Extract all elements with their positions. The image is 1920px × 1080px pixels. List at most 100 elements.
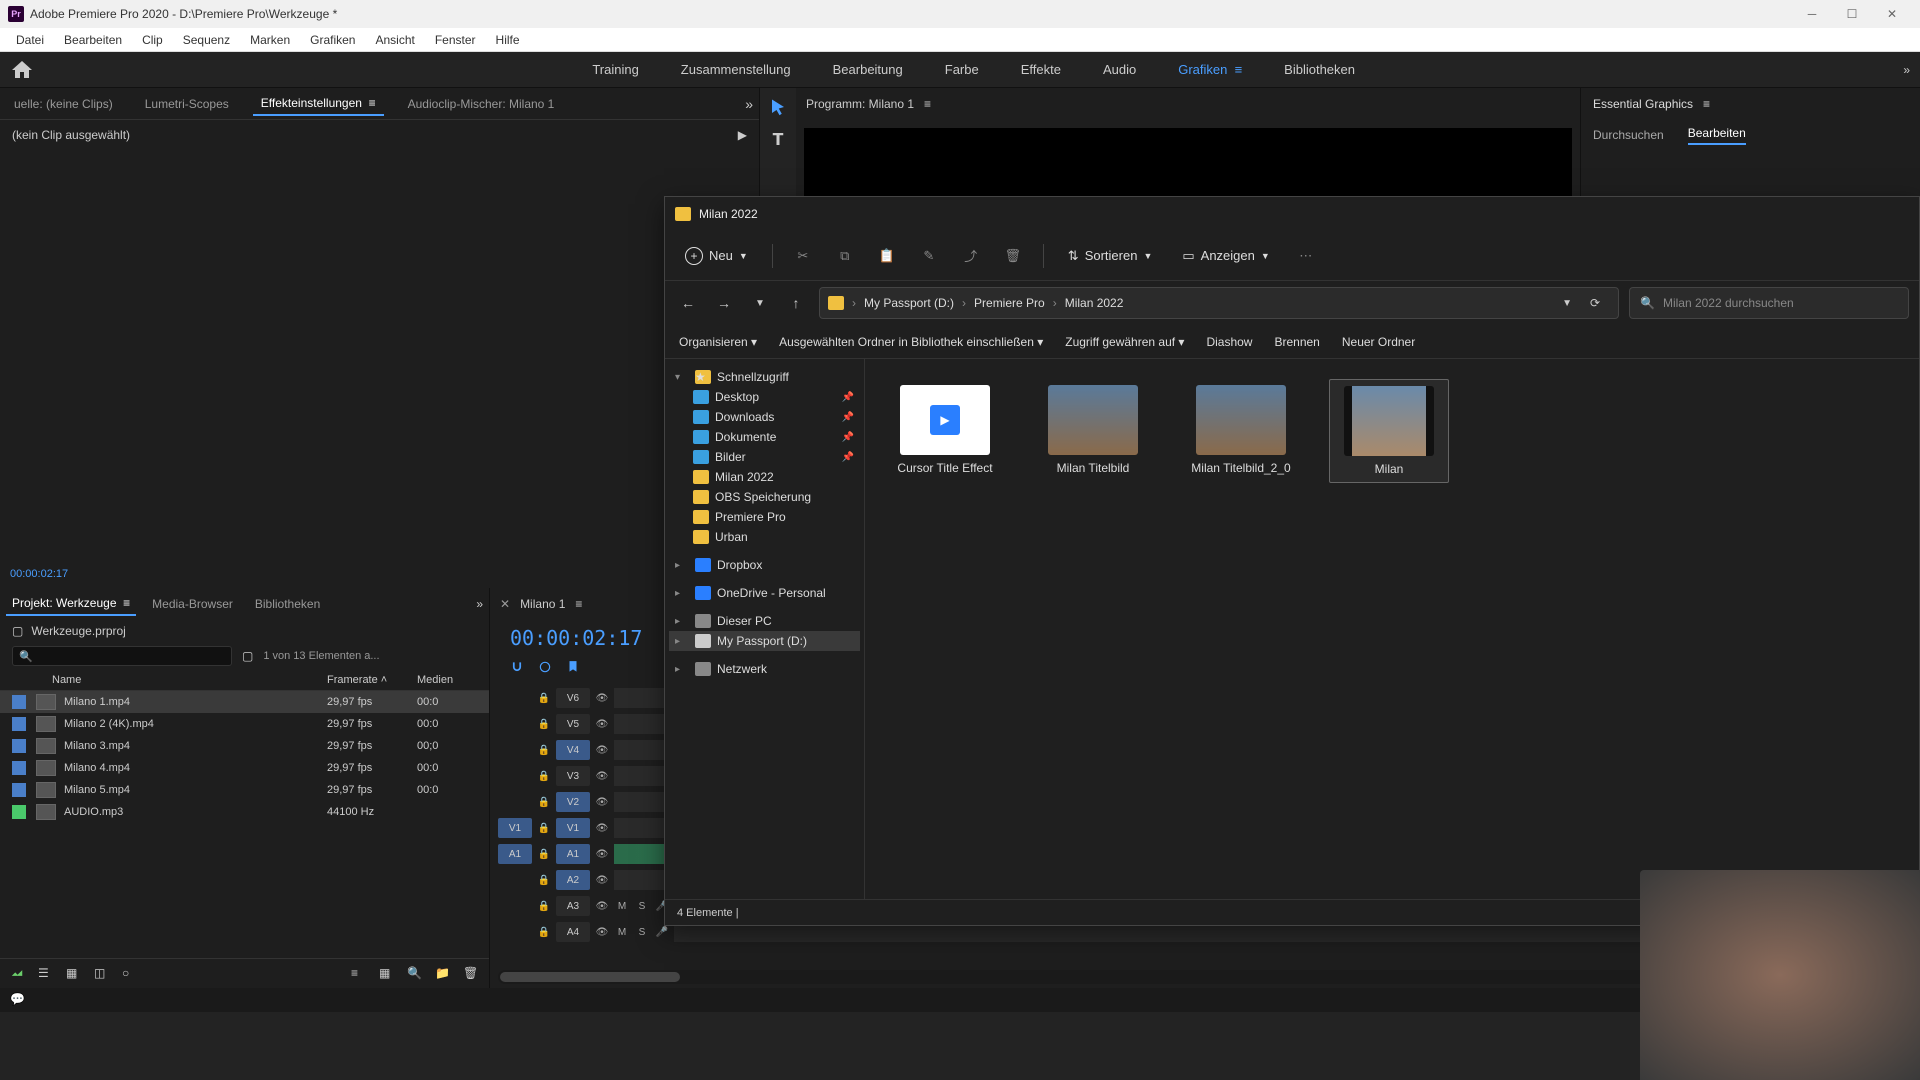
tree-netzwerk[interactable]: ▸Netzwerk xyxy=(669,659,860,679)
toggle-icon[interactable]: 👁 xyxy=(594,690,610,706)
tab-source[interactable]: uelle: (keine Clips) xyxy=(6,93,121,115)
file-item[interactable]: Milan xyxy=(1329,379,1449,483)
tree-downloads[interactable]: Downloads📌 xyxy=(669,407,860,427)
track-label[interactable]: V1 xyxy=(556,818,590,838)
track-label[interactable]: A3 xyxy=(556,896,590,916)
lock-icon[interactable]: 🔒 xyxy=(536,872,552,888)
toggle-icon[interactable]: 👁 xyxy=(594,742,610,758)
forward-button[interactable]: → xyxy=(711,290,737,316)
workspace-farbe[interactable]: Farbe xyxy=(939,58,985,81)
refresh-icon[interactable]: ⟳ xyxy=(1580,296,1610,310)
project-row[interactable]: Milano 2 (4K).mp4 29,97 fps 00:0 xyxy=(0,713,489,735)
project-row[interactable]: Milano 1.mp4 29,97 fps 00:0 xyxy=(0,691,489,713)
back-button[interactable]: ← xyxy=(675,290,701,316)
timeline-scrollbar[interactable] xyxy=(498,970,1822,984)
track-label[interactable]: V5 xyxy=(556,714,590,734)
tabs-overflow-icon[interactable]: » xyxy=(745,96,753,112)
address-dropdown-icon[interactable]: ▼ xyxy=(1562,298,1572,309)
solo-icon[interactable]: S xyxy=(634,924,650,940)
explorer-titlebar[interactable]: Milan 2022 xyxy=(665,197,1919,231)
project-row[interactable]: Milano 5.mp4 29,97 fps 00:0 xyxy=(0,779,489,801)
eg-tab-browse[interactable]: Durchsuchen xyxy=(1593,128,1664,142)
tree-dropbox[interactable]: ▸Dropbox xyxy=(669,555,860,575)
program-tab[interactable]: Programm: Milano 1 xyxy=(806,97,914,111)
menu-hilfe[interactable]: Hilfe xyxy=(486,33,530,47)
workspace-overflow-icon[interactable]: » xyxy=(1903,63,1910,77)
lock-icon[interactable]: 🔒 xyxy=(536,716,552,732)
cmd-brennen[interactable]: Brennen xyxy=(1274,335,1319,349)
source-track[interactable]: A1 xyxy=(498,844,532,864)
tree-obs[interactable]: OBS Speicherung xyxy=(669,487,860,507)
notification-icon[interactable]: 💬 xyxy=(10,992,26,1008)
panel-menu-icon[interactable]: ≡ xyxy=(1703,97,1710,111)
track-label[interactable]: A1 xyxy=(556,844,590,864)
solo-icon[interactable]: S xyxy=(634,898,650,914)
source-timecode[interactable]: 00:00:02:17 xyxy=(10,568,68,580)
explorer-search-input[interactable]: 🔍 Milan 2022 durchsuchen xyxy=(1629,287,1909,319)
minimize-button[interactable]: ─ xyxy=(1792,0,1832,28)
project-row[interactable]: AUDIO.mp3 44100 Hz xyxy=(0,801,489,823)
timeline-tab[interactable]: Milano 1 xyxy=(520,597,565,611)
lock-icon[interactable]: 🔒 xyxy=(536,924,552,940)
view-button[interactable]: ▭ Anzeigen ▼ xyxy=(1176,244,1275,268)
workspace-bearbeitung[interactable]: Bearbeitung xyxy=(827,58,909,81)
tab-media-browser[interactable]: Media-Browser xyxy=(146,593,239,615)
toggle-icon[interactable]: 👁 xyxy=(594,846,610,862)
lock-icon[interactable]: 🔒 xyxy=(536,690,552,706)
track-label[interactable]: V2 xyxy=(556,792,590,812)
menu-clip[interactable]: Clip xyxy=(132,33,173,47)
close-button[interactable]: ✕ xyxy=(1872,0,1912,28)
tab-audio-mixer[interactable]: Audioclip-Mischer: Milano 1 xyxy=(400,93,563,115)
panel-menu-icon[interactable]: ≡ xyxy=(575,597,582,611)
toggle-icon[interactable]: 👁 xyxy=(594,924,610,940)
new-button[interactable]: +Neu ▼ xyxy=(679,243,754,269)
toggle-icon[interactable]: 👁 xyxy=(594,872,610,888)
tree-urban[interactable]: Urban xyxy=(669,527,860,547)
tree-milan2022[interactable]: Milan 2022 xyxy=(669,467,860,487)
menu-sequenz[interactable]: Sequenz xyxy=(173,33,240,47)
cmd-zugriff[interactable]: Zugriff gewähren auf ▾ xyxy=(1065,335,1184,349)
workspace-effekte[interactable]: Effekte xyxy=(1015,58,1067,81)
list-view-icon[interactable]: ☰ xyxy=(38,966,54,982)
cmd-diashow[interactable]: Diashow xyxy=(1206,335,1252,349)
trash-icon[interactable]: 🗑 xyxy=(463,966,479,982)
selection-tool-icon[interactable] xyxy=(769,98,787,116)
tab-bibliotheken[interactable]: Bibliotheken xyxy=(249,593,326,615)
track-label[interactable]: V4 xyxy=(556,740,590,760)
mute-icon[interactable]: M xyxy=(614,924,630,940)
workspace-audio[interactable]: Audio xyxy=(1097,58,1142,81)
linked-selection-icon[interactable] xyxy=(538,660,552,674)
breadcrumb[interactable]: My Passport (D:) xyxy=(864,296,954,310)
cmd-organisieren[interactable]: Organisieren ▾ xyxy=(679,335,757,349)
new-item-icon[interactable] xyxy=(10,966,26,982)
tree-dokumente[interactable]: Dokumente📌 xyxy=(669,427,860,447)
menu-marken[interactable]: Marken xyxy=(240,33,300,47)
menu-fenster[interactable]: Fenster xyxy=(425,33,486,47)
recent-dropdown[interactable]: ▼ xyxy=(747,290,773,316)
up-button[interactable]: ↑ xyxy=(783,290,809,316)
toggle-icon[interactable]: 👁 xyxy=(594,820,610,836)
toggle-icon[interactable]: 👁 xyxy=(594,768,610,784)
maximize-button[interactable]: ☐ xyxy=(1832,0,1872,28)
cmd-bibliothek[interactable]: Ausgewählten Ordner in Bibliothek einsch… xyxy=(779,335,1043,349)
lock-icon[interactable]: 🔒 xyxy=(536,898,552,914)
copy-icon[interactable]: ⧉ xyxy=(833,244,857,268)
marker-icon[interactable] xyxy=(566,660,580,674)
tab-project[interactable]: Projekt: Werkzeuge ≡ xyxy=(6,592,136,616)
expand-icon[interactable]: ▶ xyxy=(738,128,747,142)
tabs-overflow-icon[interactable]: » xyxy=(476,597,483,611)
project-row[interactable]: Milano 3.mp4 29,97 fps 00;0 xyxy=(0,735,489,757)
lock-icon[interactable]: 🔒 xyxy=(536,846,552,862)
project-row[interactable]: Milano 4.mp4 29,97 fps 00:0 xyxy=(0,757,489,779)
workspace-bibliotheken[interactable]: Bibliotheken xyxy=(1278,58,1361,81)
explorer-file-area[interactable]: ▶Cursor Title EffectMilan TitelbildMilan… xyxy=(865,359,1919,899)
tab-lumetri-scopes[interactable]: Lumetri-Scopes xyxy=(137,93,237,115)
breadcrumb[interactable]: Premiere Pro xyxy=(974,296,1045,310)
address-bar[interactable]: › My Passport (D:) › Premiere Pro › Mila… xyxy=(819,287,1619,319)
text-tool-icon[interactable] xyxy=(769,130,787,148)
menu-bearbeiten[interactable]: Bearbeiten xyxy=(54,33,132,47)
file-item[interactable]: Milan Titelbild xyxy=(1033,379,1153,481)
share-icon[interactable]: ⤴ xyxy=(959,242,983,269)
mute-icon[interactable]: M xyxy=(614,898,630,914)
sort-button[interactable]: ⇅ Sortieren ▼ xyxy=(1062,244,1159,268)
